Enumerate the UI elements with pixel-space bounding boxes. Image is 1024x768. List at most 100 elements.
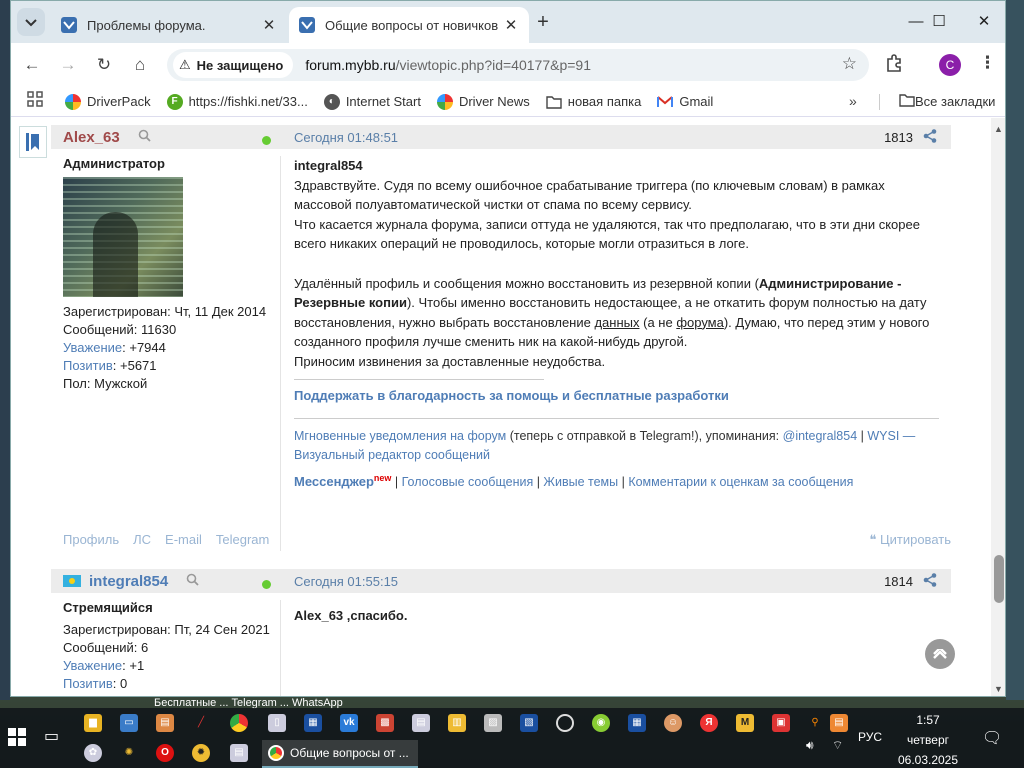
scroll-down-icon[interactable]: ▼	[994, 684, 1003, 694]
profile-avatar[interactable]: C	[939, 54, 961, 76]
post-author[interactable]: integral854	[89, 573, 168, 590]
bookmark-fishki[interactable]: F https://fishki.net/33...	[166, 93, 308, 110]
messenger-link[interactable]: Мессенджер	[294, 474, 374, 489]
star-icon[interactable]: ☆	[842, 54, 857, 74]
bookmark-driverpack[interactable]: DriverPack	[65, 93, 151, 110]
scrollbar-thumb[interactable]	[994, 555, 1004, 603]
opera-icon[interactable]: O	[156, 744, 174, 762]
live-topics-link[interactable]: Живые темы	[543, 475, 618, 489]
bookmark-gmail[interactable]: Gmail	[657, 94, 713, 110]
app-icon[interactable]: ▤	[830, 714, 848, 732]
bookmark-ribbon-icon[interactable]	[19, 126, 47, 158]
respect-link[interactable]: Уважение	[63, 340, 122, 355]
scroll-to-top-button[interactable]	[925, 639, 955, 669]
tab-search-button[interactable]	[17, 8, 45, 36]
apps-grid-icon[interactable]	[27, 91, 43, 112]
avatar[interactable]	[63, 177, 183, 297]
reload-icon[interactable]: ↻	[91, 52, 117, 78]
search-icon[interactable]	[186, 573, 199, 589]
new-tab-button[interactable]: +	[531, 11, 555, 35]
app-icon[interactable]: ▩	[376, 714, 394, 732]
notifications-icon[interactable]: 🗨︎	[982, 728, 1002, 748]
volume-icon[interactable]: 🔊︎	[806, 738, 814, 753]
all-bookmarks-button[interactable]: Все закладки	[899, 93, 995, 110]
app-icon[interactable]: ▦	[628, 714, 646, 732]
close-icon[interactable]: ✕	[503, 16, 519, 34]
voice-messages-link[interactable]: Голосовые сообщения	[402, 475, 534, 489]
app-icon[interactable]: ▯	[268, 714, 286, 732]
profile-link[interactable]: Профиль	[63, 532, 119, 547]
mention-link[interactable]: @integral854	[783, 429, 858, 443]
post-date[interactable]: Сегодня 01:48:51	[294, 130, 398, 145]
windows-start-icon[interactable]	[8, 728, 26, 751]
tab-title: Проблемы форума.	[87, 17, 206, 33]
positive-link[interactable]: Позитив	[63, 358, 113, 373]
scroll-up-icon[interactable]: ▲	[994, 124, 1003, 134]
close-icon[interactable]: ✕	[261, 16, 277, 34]
page-scrollbar[interactable]: ▲ ▼	[991, 118, 1005, 696]
kebab-menu-icon[interactable]: ⋮	[979, 53, 996, 73]
bookmark-driver-news[interactable]: Driver News	[436, 93, 530, 110]
app-icon[interactable]: ✺	[120, 744, 138, 762]
clock[interactable]: 1:57 четверг 06.03.2025	[896, 710, 960, 768]
extensions-puzzle-icon[interactable]	[885, 54, 903, 77]
address-bar[interactable]: ⚠ Не защищено forum.mybb.ru/viewtopic.ph…	[167, 49, 869, 81]
pm-link[interactable]: ЛС	[133, 532, 151, 547]
app-icon[interactable]: ◉	[592, 714, 610, 732]
home-icon[interactable]: ⌂	[127, 52, 153, 78]
taskbar-chrome-window[interactable]: Общие вопросы от ...	[262, 740, 418, 768]
desktop-right-strip	[1006, 0, 1024, 700]
chrome-icon[interactable]	[230, 714, 248, 732]
close-window-button[interactable]: ✕	[961, 7, 1005, 37]
tab-newbie-questions[interactable]: Общие вопросы от новичков ✕	[289, 7, 529, 43]
app-icon[interactable]: M	[736, 714, 754, 732]
vk-icon[interactable]: vk	[340, 714, 358, 732]
language-indicator[interactable]: РУС	[858, 730, 882, 744]
rating-comments-link[interactable]: Комментарии к оценкам за сообщения	[628, 475, 853, 489]
app-icon[interactable]: ▧	[520, 714, 538, 732]
app-icon[interactable]: ▤	[156, 714, 174, 732]
search-icon[interactable]	[138, 129, 151, 145]
notifications-link[interactable]: Мгновенные уведомления на форум	[294, 429, 506, 443]
post-author[interactable]: Alex_63	[63, 129, 120, 146]
post-date[interactable]: Сегодня 01:55:15	[294, 574, 398, 589]
respect-link[interactable]: Уважение	[63, 658, 122, 673]
bookmark-new-folder[interactable]: новая папка	[546, 94, 641, 110]
app-icon[interactable]: ▥	[448, 714, 466, 732]
security-chip[interactable]: ⚠ Не защищено	[173, 52, 294, 78]
app-icon[interactable]: ▨	[484, 714, 502, 732]
share-icon[interactable]	[923, 128, 937, 146]
app-icon[interactable]: ☺	[664, 714, 682, 732]
quote-button[interactable]: ❝ Цитировать	[869, 532, 951, 548]
addressee-name[interactable]: integral854	[294, 156, 939, 176]
app-icon[interactable]: ✿	[84, 744, 102, 762]
chevron-double-right-icon[interactable]: »	[849, 93, 857, 109]
text-line: Здравствуйте. Судя по всему ошибочное ср…	[294, 177, 885, 193]
yandex-icon[interactable]: Я	[700, 714, 718, 732]
app-icon[interactable]: ╱	[192, 714, 210, 732]
text-line: Удалённый профиль и сообщения можно восс…	[294, 274, 939, 294]
task-view-icon[interactable]: ▭	[44, 726, 59, 746]
url-text[interactable]: forum.mybb.ru/viewtopic.php?id=40177&p=9…	[305, 57, 591, 73]
back-arrow-icon[interactable]: ←	[19, 52, 45, 78]
notepad-icon[interactable]: ▤	[412, 714, 430, 732]
file-explorer-icon[interactable]: ▆	[84, 714, 102, 732]
network-icon[interactable]: ⌔	[832, 738, 843, 753]
email-link[interactable]: E-mail	[165, 532, 202, 547]
positive-link[interactable]: Позитив	[63, 676, 113, 691]
maximize-button[interactable]: ☐	[916, 7, 962, 37]
share-icon[interactable]	[923, 572, 937, 590]
app-icon[interactable]: ▤	[230, 744, 248, 762]
support-link[interactable]: Поддержать в благодарность за помощь и б…	[294, 386, 939, 406]
app-icon[interactable]: ✹	[192, 744, 210, 762]
telegram-link[interactable]: Telegram	[216, 532, 269, 547]
computer-icon[interactable]: ▭	[120, 714, 138, 732]
search-app-icon[interactable]: ⚲	[806, 714, 824, 732]
tab-forum-problems[interactable]: Проблемы форума. ✕	[51, 7, 287, 43]
bookmark-internet-start[interactable]: ◐ Internet Start	[323, 93, 421, 110]
user-rank: Администратор	[63, 156, 165, 171]
app-icon[interactable]: ▦	[304, 714, 322, 732]
app-icon[interactable]: ▣	[772, 714, 790, 732]
forward-arrow-icon[interactable]: →	[55, 52, 81, 78]
app-icon[interactable]	[556, 714, 574, 732]
